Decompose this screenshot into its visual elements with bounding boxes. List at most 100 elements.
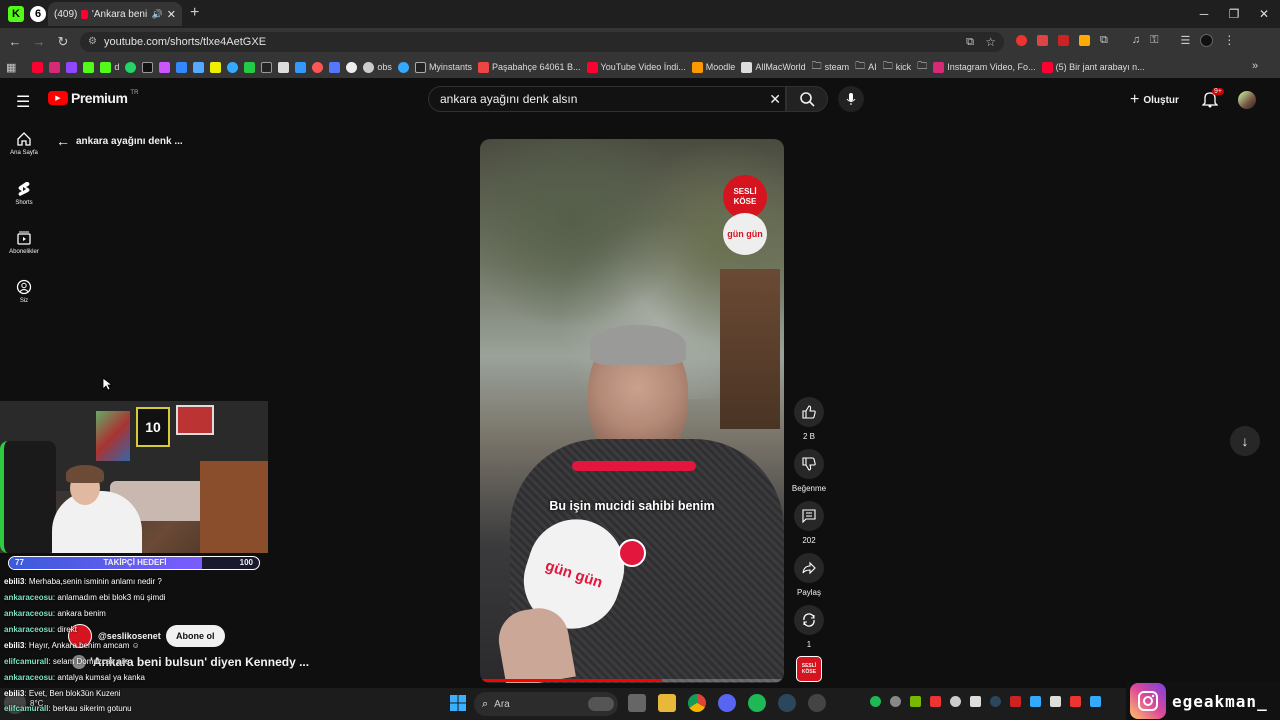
bookmark[interactable]: YouTube Video İndi... bbox=[586, 61, 686, 73]
tray-steam-icon[interactable] bbox=[990, 696, 1001, 707]
shorts-video-player[interactable]: Bu işin mucidi sahibi benim gün gün SESL… bbox=[480, 139, 784, 683]
tab-favicon[interactable]: 6 bbox=[30, 6, 46, 22]
bookmark-icon[interactable] bbox=[329, 61, 341, 73]
back-arrow-icon[interactable]: ← bbox=[6, 34, 24, 49]
active-tab[interactable]: (409) 'Ankara beni buls 🔊 ✕ bbox=[48, 2, 182, 26]
sidebar-item-subscriptions[interactable]: Abonelikler bbox=[0, 230, 48, 255]
sidebar-icon[interactable]: ☰ bbox=[1180, 34, 1190, 47]
bookmark-icon[interactable] bbox=[278, 61, 290, 73]
twitch-bookmark-icon[interactable] bbox=[66, 61, 78, 73]
bookmark[interactable]: Moodle bbox=[691, 61, 735, 73]
apps-grid-icon[interactable]: ▦ bbox=[6, 61, 16, 74]
more-bookmarks-icon[interactable]: » bbox=[1252, 60, 1258, 72]
vpn-icon[interactable]: ⚿ bbox=[1150, 34, 1158, 47]
extension-icon[interactable] bbox=[1058, 34, 1069, 46]
bookmark-icon[interactable] bbox=[397, 61, 409, 73]
kick-tab-icon[interactable]: K bbox=[8, 6, 24, 22]
maximize-button[interactable]: ❐ bbox=[1218, 0, 1250, 28]
bookmark-folder[interactable]: 🗀 bbox=[917, 59, 927, 76]
forward-arrow-icon[interactable]: → bbox=[30, 34, 48, 49]
progress-track[interactable] bbox=[480, 679, 784, 682]
whatsapp-bookmark-icon[interactable] bbox=[125, 61, 137, 73]
extension-icon[interactable] bbox=[1016, 34, 1027, 46]
tray-icon[interactable] bbox=[970, 696, 981, 707]
extension-icon[interactable] bbox=[1037, 34, 1048, 46]
next-video-button[interactable]: ↓ bbox=[1230, 426, 1260, 456]
reload-icon[interactable]: ↻ bbox=[54, 34, 72, 50]
bookmark[interactable]: AllMacWorld bbox=[741, 61, 806, 73]
youtube-logo[interactable]: ▶ Premium TR bbox=[48, 90, 138, 106]
tray-icon[interactable] bbox=[950, 696, 961, 707]
bookmark-icon[interactable] bbox=[312, 61, 324, 73]
bookmark-folder[interactable]: 🗀 kick bbox=[883, 59, 912, 76]
clear-search-icon[interactable]: ✕ bbox=[769, 87, 781, 111]
account-avatar[interactable] bbox=[1238, 91, 1256, 109]
start-button[interactable] bbox=[450, 695, 466, 716]
taskbar-search[interactable]: ⌕ Ara bbox=[474, 692, 618, 716]
youtube-bookmark-icon[interactable] bbox=[32, 61, 44, 73]
notifications-button[interactable]: 9+ bbox=[1201, 88, 1224, 113]
obs-icon[interactable] bbox=[808, 694, 826, 712]
tray-icon[interactable] bbox=[1050, 696, 1061, 707]
bookmark[interactable]: Instagram Video, Fo... bbox=[933, 61, 1036, 73]
tray-icon[interactable] bbox=[1090, 696, 1101, 707]
file-explorer-icon[interactable] bbox=[658, 694, 676, 712]
site-info-icon[interactable]: ⚙ bbox=[88, 32, 97, 52]
profile-avatar[interactable] bbox=[1200, 33, 1214, 47]
dislike-button[interactable] bbox=[794, 449, 824, 479]
search-button[interactable] bbox=[786, 86, 828, 112]
instagram-bookmark-icon[interactable] bbox=[49, 61, 61, 73]
address-bar[interactable]: ⚙ youtube.com/shorts/tlxe4AetGXE ⧉ ☆ bbox=[80, 32, 1004, 52]
menu-hamburger-icon[interactable]: ☰ bbox=[16, 92, 30, 112]
voice-search-button[interactable] bbox=[838, 86, 864, 112]
create-button[interactable]: + Oluştur bbox=[1130, 91, 1179, 109]
bookmark-icon[interactable] bbox=[176, 61, 188, 73]
bookmark[interactable]: Paşabahçe 64061 B... bbox=[477, 61, 581, 73]
bookmark-icon[interactable] bbox=[210, 61, 222, 73]
sidebar-item-you[interactable]: Siz bbox=[0, 279, 48, 304]
chrome-menu-icon[interactable]: ⋮ bbox=[1223, 33, 1235, 47]
close-window-button[interactable]: ✕ bbox=[1248, 0, 1280, 28]
sidebar-item-shorts[interactable]: Shorts bbox=[0, 181, 48, 206]
bookmark-icon[interactable] bbox=[159, 61, 171, 73]
chrome-icon[interactable] bbox=[688, 694, 706, 712]
spotify-icon[interactable] bbox=[748, 694, 766, 712]
bookmark-icon[interactable] bbox=[346, 61, 358, 73]
bookmark[interactable]: (5) Bir jant arabayı n... bbox=[1041, 61, 1145, 73]
share-button[interactable] bbox=[794, 553, 824, 583]
bookmark-folder[interactable]: 🗀 steam bbox=[812, 59, 850, 76]
bookmark-folder[interactable]: 🗀 AI bbox=[855, 59, 877, 76]
install-icon[interactable]: ⧉ bbox=[966, 32, 974, 52]
bookmark[interactable]: d bbox=[100, 61, 119, 73]
tray-icon[interactable] bbox=[1030, 696, 1041, 707]
comments-button[interactable] bbox=[794, 501, 824, 531]
tiktok-bookmark-icon[interactable] bbox=[142, 61, 154, 73]
extension-icon[interactable] bbox=[1079, 34, 1090, 46]
channel-name[interactable]: @seslikosenet bbox=[98, 631, 161, 641]
subscribe-button[interactable]: Abone ol bbox=[166, 625, 225, 647]
tab-close-icon[interactable]: ✕ bbox=[167, 8, 176, 21]
steam-icon[interactable] bbox=[778, 694, 796, 712]
task-view-icon[interactable] bbox=[628, 694, 646, 712]
extensions-puzzle-icon[interactable]: ⧉ bbox=[1100, 34, 1108, 47]
bookmark-icon[interactable] bbox=[193, 61, 205, 73]
tray-spotify-icon[interactable] bbox=[870, 696, 881, 707]
bookmark-icon[interactable] bbox=[261, 61, 273, 73]
tray-icon[interactable] bbox=[1010, 696, 1021, 707]
bookmark[interactable]: obs bbox=[363, 61, 392, 73]
media-icon[interactable]: ♫ bbox=[1132, 34, 1140, 46]
bookmark-star-icon[interactable]: ☆ bbox=[985, 32, 996, 52]
sound-thumbnail[interactable]: SESLİ KÖSE bbox=[796, 656, 822, 682]
bookmark-icon[interactable] bbox=[227, 61, 239, 73]
tray-icon[interactable] bbox=[1070, 696, 1081, 707]
sidebar-item-home[interactable]: Ana Sayfa bbox=[0, 131, 48, 156]
back-to-search[interactable]: ← ankara ayağını denk ... bbox=[56, 133, 183, 149]
speaker-icon[interactable]: 🔊 bbox=[152, 9, 163, 20]
remix-button[interactable] bbox=[794, 605, 824, 635]
minimize-button[interactable]: ─ bbox=[1188, 0, 1220, 28]
bookmark-icon[interactable] bbox=[295, 61, 307, 73]
bookmark-icon[interactable] bbox=[244, 61, 256, 73]
tray-nvidia-icon[interactable] bbox=[910, 696, 921, 707]
kick-bookmark-icon[interactable] bbox=[83, 61, 95, 73]
new-tab-button[interactable]: + bbox=[190, 4, 199, 22]
